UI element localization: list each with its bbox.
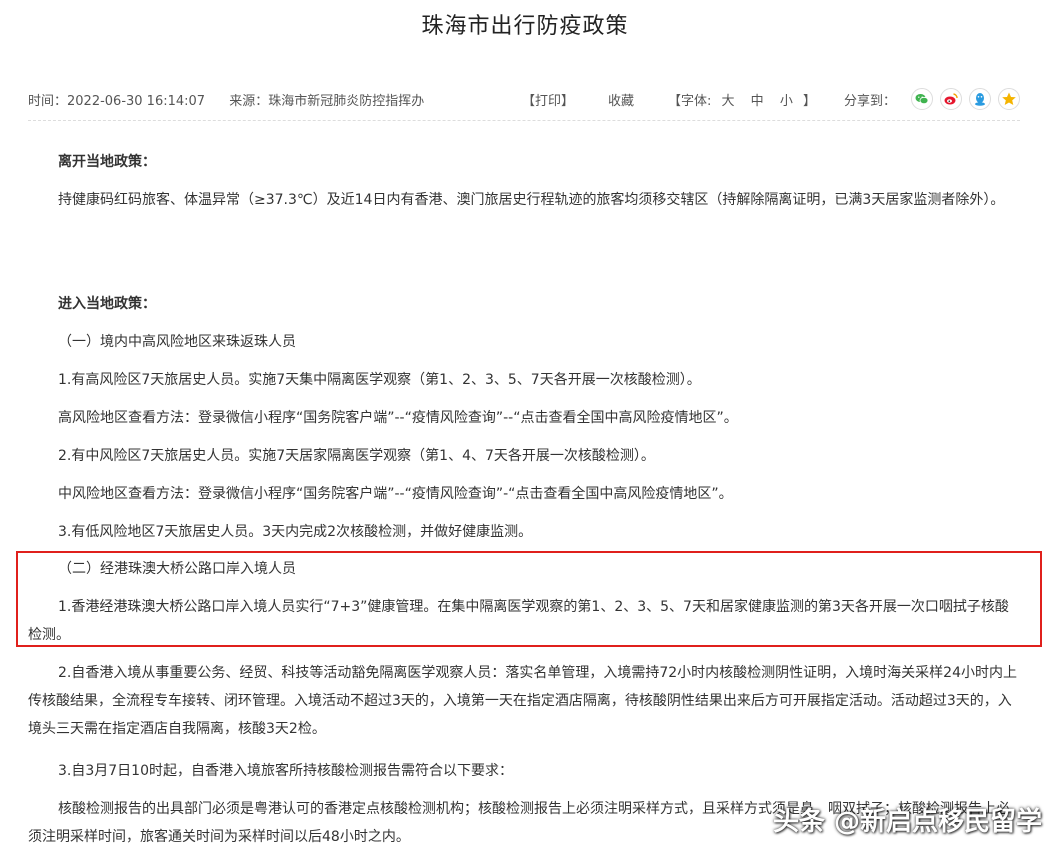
qzone-icon[interactable] <box>998 88 1020 110</box>
section-1-item-2-check: 中风险地区查看方法：登录微信小程序“国务院客户端”--“疫情风险查询”-“点击查… <box>58 486 733 502</box>
page-title: 珠海市出行防疫政策 <box>421 14 629 39</box>
font-size-label: 【字体: <box>667 93 712 109</box>
section-2-item-3: 3.自3月7日10时起，自香港入境旅客所持核酸检测报告需符合以下要求： <box>58 763 513 779</box>
section-1-item-3: 3.有低风险地区7天旅居史人员。3天内完成2次核酸检测，并做好健康监测。 <box>58 524 533 540</box>
weibo-icon[interactable] <box>940 88 962 110</box>
meta-divider <box>28 120 1020 121</box>
watermark: 头条 @新启点移民留学 <box>772 807 1042 837</box>
print-button[interactable]: 【打印】 <box>522 90 574 109</box>
font-size-close-bracket: 】 <box>802 93 816 109</box>
article-toolbar: 【打印】 收藏 【字体: 大 中 小 】 分享到： <box>522 85 1020 113</box>
qq-icon[interactable] <box>969 88 991 110</box>
wechat-icon[interactable] <box>911 88 933 110</box>
enter-policy-heading: 进入当地政策： <box>58 296 156 312</box>
section-1-item-1-check: 高风险地区查看方法：登录微信小程序“国务院客户端”--“疫情风险查询”--“点击… <box>58 410 738 426</box>
font-size-large-button[interactable]: 大 <box>722 94 735 109</box>
section-1-item-2: 2.有中风险区7天旅居史人员。实施7天居家隔离医学观察（第1、4、7天各开展一次… <box>58 448 655 464</box>
font-size-control: 【字体: 大 中 小 】 <box>668 90 816 109</box>
favorite-button[interactable]: 收藏 <box>608 90 634 109</box>
article-meta-bar: 时间：2022-06-30 16:14:07 来源：珠海市新冠肺炎防控指挥办 【… <box>28 85 1020 113</box>
section-1-title: （一）境内中高风险地区来珠返珠人员 <box>58 334 296 350</box>
article-info: 时间：2022-06-30 16:14:07 来源：珠海市新冠肺炎防控指挥办 <box>28 90 444 109</box>
section-2-item-2: 2.自香港入境从事重要公务、经贸、科技等活动豁免隔离医学观察人员：落实名单管理，… <box>28 665 1017 737</box>
section-1-item-1: 1.有高风险区7天旅居史人员。实施7天集中隔离医学观察（第1、2、3、5、7天各… <box>58 372 701 388</box>
leave-policy-text: 持健康码红码旅客、体温异常（≥37.3℃）及近14日内有香港、澳门旅居史行程轨迹… <box>58 192 1005 208</box>
article-source: 来源：珠海市新冠肺炎防控指挥办 <box>229 94 425 109</box>
font-size-small-button[interactable]: 小 <box>780 94 793 109</box>
publish-time: 时间：2022-06-30 16:14:07 <box>28 94 206 109</box>
highlight-box <box>16 551 1042 647</box>
leave-policy-heading: 离开当地政策： <box>58 154 156 170</box>
share-label: 分享到： <box>843 93 896 109</box>
font-size-medium-button[interactable]: 中 <box>751 94 764 109</box>
